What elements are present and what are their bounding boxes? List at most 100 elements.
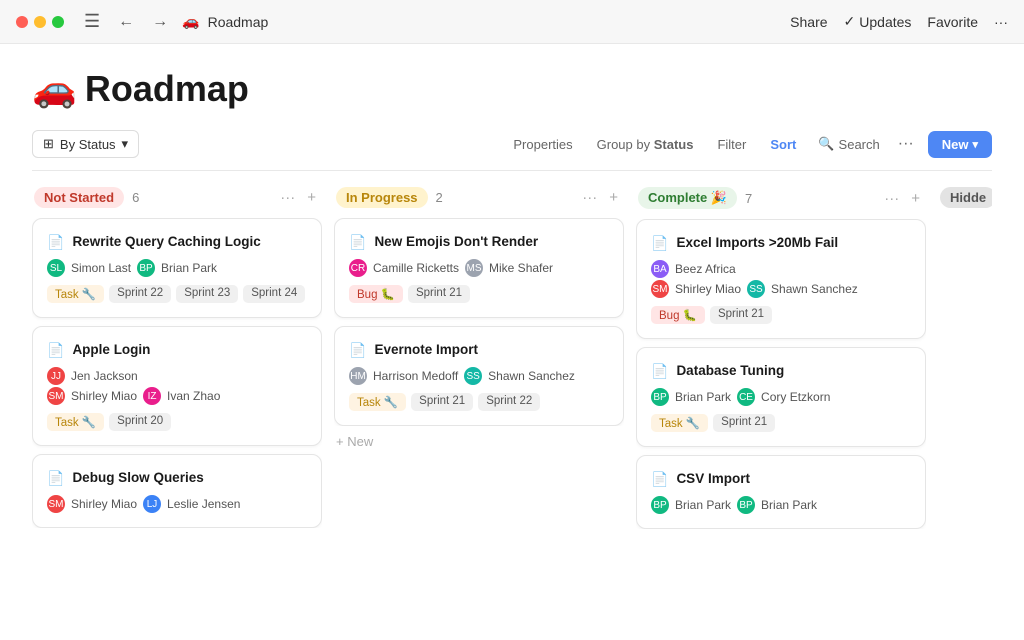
status-badge: Hidde bbox=[940, 187, 992, 208]
assignee-name: Ivan Zhao bbox=[167, 389, 220, 403]
document-icon: 📄 bbox=[47, 234, 64, 251]
assignee-name: Camille Ricketts bbox=[373, 261, 459, 275]
card-title: Evernote Import bbox=[374, 341, 478, 359]
card-title: Excel Imports >20Mb Fail bbox=[676, 234, 838, 252]
page-title-bar: 🚗 Roadmap bbox=[182, 13, 268, 30]
column-more-button[interactable]: ··· bbox=[578, 187, 601, 208]
column-count: 2 bbox=[436, 190, 443, 205]
properties-button[interactable]: Properties bbox=[501, 132, 584, 157]
card-title: Database Tuning bbox=[676, 362, 784, 380]
titlebar-left: ☰ ← → 🚗 Roadmap bbox=[16, 9, 268, 34]
by-status-button[interactable]: ⊞ By Status ▾ bbox=[32, 130, 139, 158]
column-header-complete: Complete 🎉7···+ bbox=[636, 187, 926, 209]
assignee-name: Brian Park bbox=[161, 261, 217, 275]
share-button[interactable]: Share bbox=[790, 14, 827, 30]
group-by-button[interactable]: Group by Status bbox=[585, 132, 706, 157]
page-heading: 🚗 Roadmap bbox=[32, 68, 992, 110]
card-title-row: 📄CSV Import bbox=[651, 470, 911, 488]
page-content: 🚗 Roadmap ⊞ By Status ▾ Properties Group… bbox=[0, 44, 1024, 640]
card-title: Rewrite Query Caching Logic bbox=[72, 233, 260, 251]
card-tags: Bug 🐛Sprint 21 bbox=[651, 306, 911, 324]
column-add-button[interactable]: + bbox=[907, 188, 924, 209]
card[interactable]: 📄Debug Slow Queries SMShirley MiaoLJLesli… bbox=[32, 454, 322, 528]
avatar: BP bbox=[651, 496, 669, 514]
column-more-button[interactable]: ··· bbox=[880, 188, 903, 209]
status-badge: In Progress bbox=[336, 187, 428, 208]
assignee-name: Jen Jackson bbox=[71, 369, 138, 383]
toolbar: ⊞ By Status ▾ Properties Group by Status… bbox=[32, 130, 992, 171]
sort-button[interactable]: Sort bbox=[758, 132, 808, 157]
card-tags: Task 🔧Sprint 21 bbox=[651, 414, 911, 432]
card-title: CSV Import bbox=[676, 470, 750, 488]
checkmark-icon: ✓ bbox=[844, 13, 856, 30]
column-in-progress: In Progress 2 ···+ 📄New Emojis Don't Render… bbox=[334, 187, 624, 632]
card[interactable]: 📄Evernote ImportHMHarrison MedoffSSShawn… bbox=[334, 326, 624, 426]
card[interactable]: 📄New Emojis Don't Render CR Camille Ricket… bbox=[334, 218, 624, 318]
card[interactable]: 📄Apple LoginJJJen JacksonSMShirley MiaoI… bbox=[32, 326, 322, 446]
column-hidden: Hidde··· bbox=[938, 187, 992, 632]
avatar: BP bbox=[137, 259, 155, 277]
assignee-name: Harrison Medoff bbox=[373, 369, 458, 383]
forward-button[interactable]: → bbox=[148, 11, 172, 33]
assignee-name: Simon Last bbox=[71, 261, 131, 275]
column-actions: ···+ bbox=[276, 187, 320, 208]
avatar: CR bbox=[349, 259, 367, 277]
card-title: Apple Login bbox=[72, 341, 150, 359]
more-options-button[interactable]: ··· bbox=[994, 14, 1008, 30]
minimize-button[interactable] bbox=[34, 16, 46, 28]
sprint-tag: Sprint 22 bbox=[109, 285, 171, 303]
assignee-name: Cory Etzkorn bbox=[761, 390, 830, 404]
card-assignees: CRCamille RickettsMSMike Shafer bbox=[349, 259, 609, 277]
column-actions: ···+ bbox=[578, 187, 622, 208]
sprint-tag: Sprint 21 bbox=[411, 393, 473, 411]
status-badge: Not Started bbox=[34, 187, 124, 208]
card-tags: Task 🔧Sprint 21Sprint 22 bbox=[349, 393, 609, 411]
card-title-row: 📄New Emojis Don't Render bbox=[349, 233, 609, 251]
add-card-button[interactable]: + New bbox=[334, 426, 624, 457]
updates-button[interactable]: ✓ Updates bbox=[844, 13, 912, 30]
avatar-row: HMHarrison MedoffSSShawn Sanchez bbox=[349, 367, 609, 385]
sprint-tag: Sprint 20 bbox=[109, 413, 171, 431]
hamburger-button[interactable]: ☰ bbox=[80, 9, 104, 34]
card-assignees: BABeez AfricaSMShirley MiaoSSShawn Sanch… bbox=[651, 260, 911, 298]
card-assignees: HMHarrison MedoffSSShawn Sanchez bbox=[349, 367, 609, 385]
filter-button[interactable]: Filter bbox=[705, 132, 758, 157]
titlebar: ☰ ← → 🚗 Roadmap Share ✓ Updates Favorite… bbox=[0, 0, 1024, 44]
avatar: SS bbox=[747, 280, 765, 298]
column-more-button[interactable]: ··· bbox=[276, 187, 299, 208]
avatar: BP bbox=[651, 388, 669, 406]
card[interactable]: 📄Rewrite Query Caching LogicSLSimon Last… bbox=[32, 218, 322, 318]
maximize-button[interactable] bbox=[52, 16, 64, 28]
column-add-button[interactable]: + bbox=[303, 187, 320, 208]
close-button[interactable] bbox=[16, 16, 28, 28]
card-title-row: 📄 Rewrite Query Caching Logic bbox=[47, 233, 307, 251]
sprint-tag: Sprint 23 bbox=[176, 285, 238, 303]
card-assignees: JJJen JacksonSMShirley MiaoIZIvan Zhao bbox=[47, 367, 307, 405]
assignee-name: Brian Park bbox=[761, 498, 817, 512]
toolbar-more-button[interactable]: ··· bbox=[890, 130, 922, 158]
favorite-button[interactable]: Favorite bbox=[927, 14, 978, 30]
card-title-row: 📄Debug Slow Queries bbox=[47, 469, 307, 487]
column-header-not-started: Not Started 6 ···+ bbox=[32, 187, 322, 208]
card-assignees: SMShirley MiaoLJLeslie Jensen bbox=[47, 495, 307, 513]
card[interactable]: 📄 Excel Imports >20Mb Fail BABeez AfricaSM… bbox=[636, 219, 926, 339]
chevron-down-icon: ▾ bbox=[122, 136, 129, 152]
assignee-name: Beez Africa bbox=[675, 262, 736, 276]
back-button[interactable]: ← bbox=[114, 11, 138, 33]
board: Not Started6···+📄Rewrite Query Caching L… bbox=[32, 187, 992, 640]
column-count: 6 bbox=[132, 190, 139, 205]
avatar-row: SMShirley MiaoIZIvan Zhao bbox=[47, 387, 307, 405]
search-button[interactable]: 🔍 Search bbox=[808, 131, 889, 157]
card[interactable]: 📄Database TuningBPBrian ParkCECory Etzko… bbox=[636, 347, 926, 447]
sprint-tag: Sprint 21 bbox=[713, 414, 775, 432]
new-button[interactable]: New ▾ bbox=[928, 131, 992, 158]
document-icon: 📄 bbox=[349, 234, 366, 251]
avatar-row: BPBrian ParkCECory Etzkorn bbox=[651, 388, 911, 406]
document-icon: 📄 bbox=[47, 342, 64, 359]
card-tags: Task 🔧Sprint 20 bbox=[47, 413, 307, 431]
card[interactable]: 📄CSV ImportBPBrian ParkBPBrian Park bbox=[636, 455, 926, 529]
avatar-row: SLSimon LastBPBrian Park bbox=[47, 259, 307, 277]
avatar-row: SMShirley MiaoLJLeslie Jensen bbox=[47, 495, 307, 513]
column-add-button[interactable]: + bbox=[605, 187, 622, 208]
document-icon: 📄 bbox=[651, 235, 668, 252]
